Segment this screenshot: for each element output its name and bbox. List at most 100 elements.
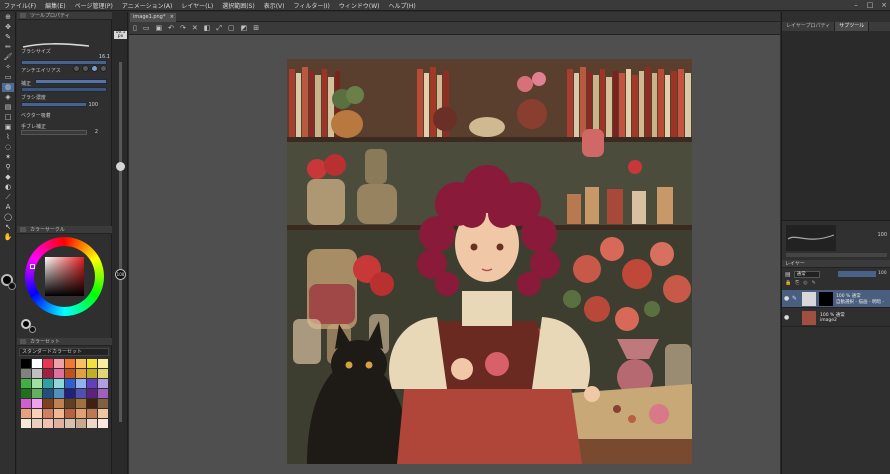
color-swatch[interactable] bbox=[43, 409, 53, 418]
close-icon[interactable]: × bbox=[880, 1, 888, 9]
menu-animation[interactable]: アニメーション(A) bbox=[122, 1, 173, 10]
saturation-value-square[interactable] bbox=[45, 257, 84, 296]
pen-tool-icon[interactable]: ✎ bbox=[2, 33, 14, 42]
brush-size-track[interactable] bbox=[119, 62, 122, 422]
menu-file[interactable]: ファイル(F) bbox=[4, 1, 36, 10]
fill-icon[interactable]: ◧ bbox=[204, 24, 211, 32]
thickness-slider[interactable] bbox=[35, 79, 107, 84]
antialias-strong[interactable] bbox=[100, 65, 107, 72]
color-swatch[interactable] bbox=[43, 359, 53, 368]
color-swatch[interactable] bbox=[65, 409, 75, 418]
color-swatch[interactable] bbox=[21, 379, 31, 388]
color-swatch[interactable] bbox=[76, 369, 86, 378]
color-swatch[interactable] bbox=[76, 409, 86, 418]
brush-tool-icon[interactable]: 🖌 bbox=[2, 53, 14, 62]
navigator-zoom[interactable]: 100 bbox=[877, 232, 887, 238]
color-swatch[interactable] bbox=[43, 399, 53, 408]
eraser-tool-icon[interactable]: ▭ bbox=[2, 73, 14, 82]
layer-opacity-value[interactable]: 100 bbox=[878, 271, 887, 276]
brush-preset-icon[interactable] bbox=[20, 13, 26, 18]
color-swatch[interactable] bbox=[65, 399, 75, 408]
canvas-artwork[interactable] bbox=[287, 59, 692, 464]
frame-tool-icon[interactable]: ▣ bbox=[2, 123, 14, 132]
color-swatch[interactable] bbox=[54, 409, 64, 418]
sub-color-swatch[interactable] bbox=[8, 282, 16, 290]
eye-icon[interactable]: ● bbox=[784, 314, 789, 321]
color-swatch[interactable] bbox=[43, 369, 53, 378]
minimize-icon[interactable]: – bbox=[852, 1, 860, 9]
menu-filter[interactable]: フィルター(I) bbox=[294, 1, 330, 10]
hand-tool-icon[interactable]: ✋ bbox=[2, 233, 14, 242]
color-swatch[interactable] bbox=[76, 399, 86, 408]
color-swatch[interactable] bbox=[87, 419, 97, 428]
open-icon[interactable]: ▭ bbox=[143, 24, 150, 32]
color-swatch[interactable] bbox=[65, 389, 75, 398]
color-swatch[interactable] bbox=[98, 379, 108, 388]
color-swatch[interactable] bbox=[76, 419, 86, 428]
layer-row-2[interactable]: ● 100 % 通常 image2 bbox=[782, 309, 890, 327]
color-swatch[interactable] bbox=[54, 399, 64, 408]
color-swatch[interactable] bbox=[21, 369, 31, 378]
color-swatch[interactable] bbox=[21, 359, 31, 368]
clip-icon[interactable]: ⎘ bbox=[795, 280, 799, 286]
color-swatch[interactable] bbox=[32, 369, 42, 378]
layer-mask-thumbnail[interactable] bbox=[819, 292, 833, 306]
color-swatch[interactable] bbox=[54, 359, 64, 368]
color-swatch[interactable] bbox=[65, 369, 75, 378]
color-swatch[interactable] bbox=[87, 409, 97, 418]
tool-property-tab[interactable]: ツールプロパティ bbox=[30, 12, 70, 19]
brush-size-knob[interactable] bbox=[116, 162, 125, 171]
color-swatch[interactable] bbox=[87, 369, 97, 378]
pencil-tool-icon[interactable]: ✏ bbox=[2, 43, 14, 52]
balloon-tool-icon[interactable]: ◯ bbox=[2, 213, 14, 222]
sub-color-indicator[interactable] bbox=[29, 326, 36, 333]
color-swatch[interactable] bbox=[54, 379, 64, 388]
color-set-tab[interactable]: カラーセット bbox=[30, 338, 60, 345]
color-swatch[interactable] bbox=[32, 399, 42, 408]
color-swatch[interactable] bbox=[43, 419, 53, 428]
lock-icon[interactable]: 🔒 bbox=[785, 280, 791, 286]
menu-selection[interactable]: 選択範囲(S) bbox=[222, 1, 255, 10]
color-swatch[interactable] bbox=[98, 369, 108, 378]
clear-icon[interactable]: ✕ bbox=[192, 24, 198, 32]
color-swatch[interactable] bbox=[54, 419, 64, 428]
color-swatch[interactable] bbox=[87, 389, 97, 398]
zoom-tool-icon[interactable]: ⊕ bbox=[2, 13, 14, 22]
color-swatch[interactable] bbox=[21, 389, 31, 398]
save-icon[interactable]: ▣ bbox=[155, 24, 162, 32]
auto-select-icon[interactable]: ✶ bbox=[2, 153, 14, 162]
color-swatch[interactable] bbox=[21, 409, 31, 418]
layer-row-1[interactable]: ● ✎ 100 % 通常 自動選択 - 描画 - 明暗 - bbox=[782, 290, 890, 308]
menu-edit[interactable]: 編集(E) bbox=[45, 1, 65, 10]
canvas-tab[interactable]: image1.png* × bbox=[130, 13, 176, 22]
stabilization-value[interactable]: 2 bbox=[95, 129, 98, 135]
color-swatch[interactable] bbox=[98, 389, 108, 398]
color-swatch[interactable] bbox=[98, 419, 108, 428]
tab-layer-property[interactable]: レイヤープロパティ bbox=[782, 22, 836, 31]
menu-help[interactable]: ヘルプ(H) bbox=[388, 1, 415, 10]
tab-sub-tool[interactable]: サブツール bbox=[835, 22, 870, 31]
color-swatch[interactable] bbox=[32, 389, 42, 398]
fill-bucket-icon[interactable]: ◆ bbox=[2, 173, 14, 182]
deselect-icon[interactable]: ▢ bbox=[228, 24, 235, 32]
color-swatch[interactable] bbox=[32, 409, 42, 418]
color-swatch[interactable] bbox=[54, 369, 64, 378]
color-swatch[interactable] bbox=[87, 359, 97, 368]
color-swatch[interactable] bbox=[98, 359, 108, 368]
text-tool-icon[interactable]: A bbox=[2, 203, 14, 212]
color-swatch[interactable] bbox=[87, 379, 97, 388]
navigator-thumbnail[interactable] bbox=[786, 225, 836, 251]
antialias-none[interactable] bbox=[73, 65, 80, 72]
eyedropper-icon[interactable]: ⚲ bbox=[2, 163, 14, 172]
color-set-selector[interactable]: スタンダードカラーセット bbox=[19, 348, 109, 356]
antialias-medium[interactable] bbox=[91, 65, 98, 72]
color-swatch[interactable] bbox=[21, 399, 31, 408]
color-swatch[interactable] bbox=[21, 419, 31, 428]
color-wheel-tab[interactable]: カラーサークル bbox=[30, 226, 65, 233]
color-swatch[interactable] bbox=[76, 389, 86, 398]
color-swatch[interactable] bbox=[65, 359, 75, 368]
antialias-weak[interactable] bbox=[82, 65, 89, 72]
stabilization-slider[interactable] bbox=[21, 130, 87, 135]
opacity-knob[interactable]: 100 bbox=[115, 269, 126, 280]
canvas-tab-close-icon[interactable]: × bbox=[170, 13, 174, 22]
